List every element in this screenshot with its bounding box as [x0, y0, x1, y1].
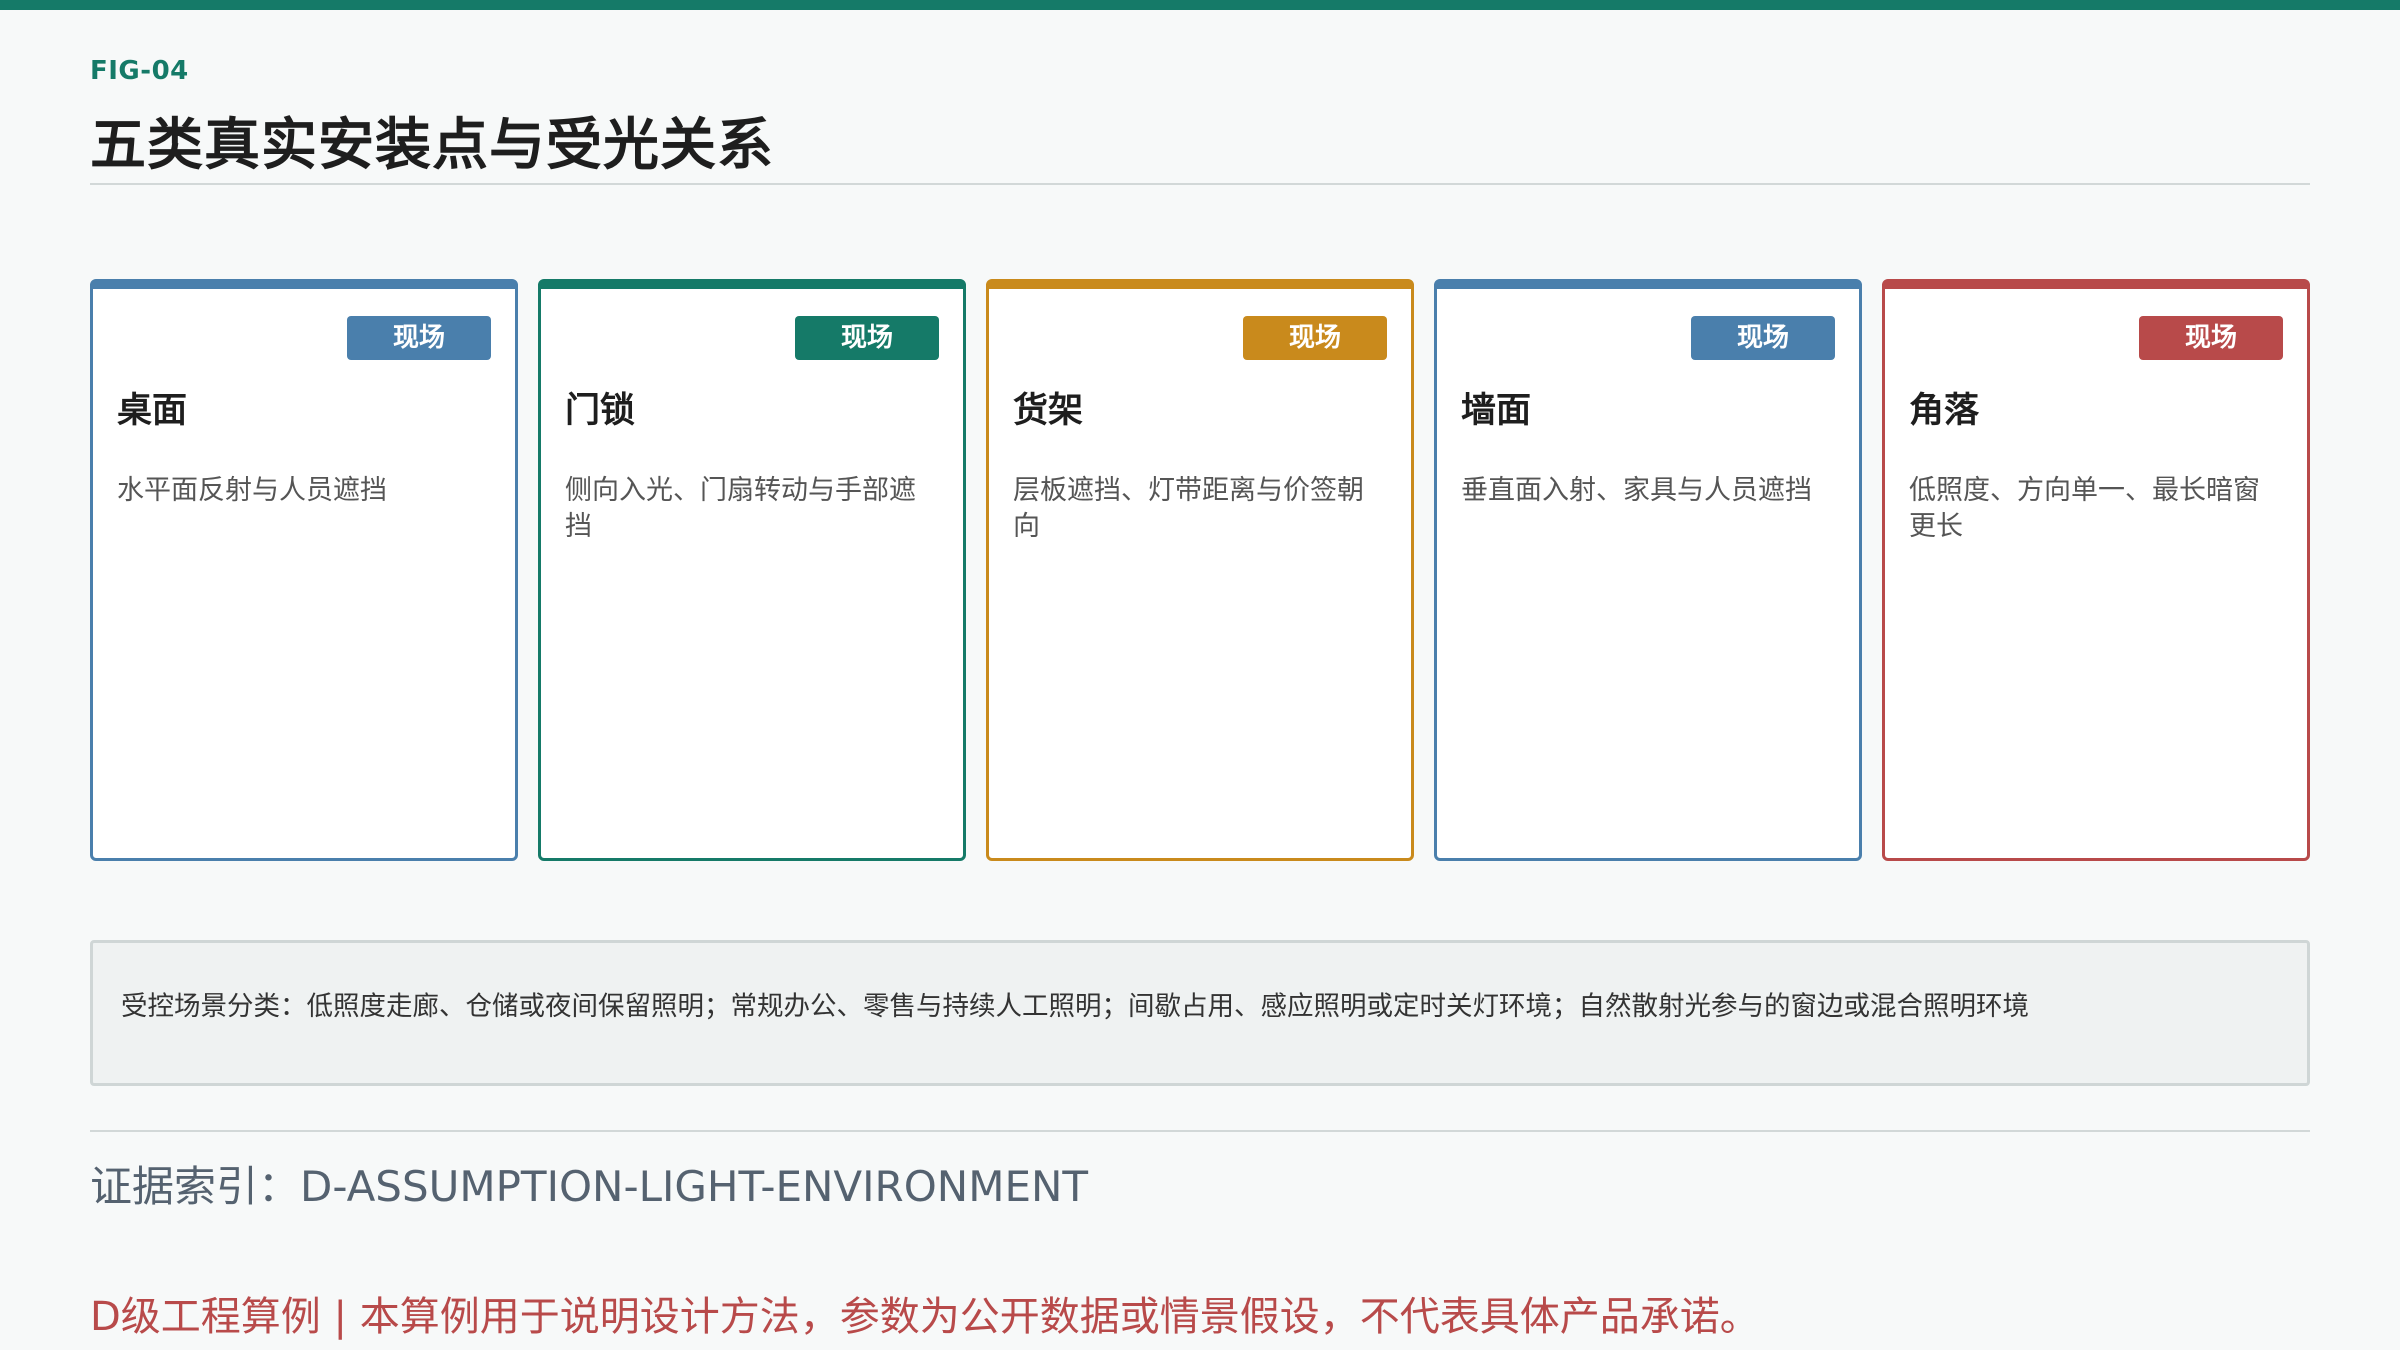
- page-title: 五类真实安装点与受光关系: [90, 113, 774, 178]
- card-description: 侧向入光、门扇转动与手部遮挡: [565, 475, 916, 542]
- title-divider: [90, 183, 2310, 185]
- scene-badge: 现场: [1691, 316, 1835, 360]
- card-title: 桌面: [117, 391, 188, 431]
- evidence-index: 证据索引：D-ASSUMPTION-LIGHT-ENVIRONMENT: [90, 1162, 1089, 1211]
- card-desktop: 现场 桌面 水平面反射与人员遮挡: [90, 279, 518, 861]
- card-description: 垂直面入射、家具与人员遮挡: [1461, 475, 1812, 506]
- disclaimer: D级工程算例 | 本算例用于说明设计方法，参数为公开数据或情景假设，不代表具体产…: [90, 1294, 1760, 1340]
- footer-divider: [90, 1130, 2310, 1132]
- top-accent-bar: [0, 0, 2400, 10]
- card-title: 门锁: [565, 391, 636, 431]
- card-title: 墙面: [1461, 391, 1532, 431]
- card-wall: 现场 墙面 垂直面入射、家具与人员遮挡: [1434, 279, 1862, 861]
- scene-badge: 现场: [1243, 316, 1387, 360]
- installation-point-cards: 现场 桌面 水平面反射与人员遮挡 现场 门锁 侧向入光、门扇转动与手部遮挡 现场…: [90, 279, 2310, 861]
- card-description: 层板遮挡、灯带距离与价签朝向: [1013, 475, 1364, 542]
- scene-badge: 现场: [347, 316, 491, 360]
- card-description: 水平面反射与人员遮挡: [117, 475, 387, 506]
- scene-badge: 现场: [795, 316, 939, 360]
- controlled-scene-note: 受控场景分类：低照度走廊、仓储或夜间保留照明；常规办公、零售与持续人工照明；间歇…: [90, 940, 2310, 1086]
- card-shelf: 现场 货架 层板遮挡、灯带距离与价签朝向: [986, 279, 1414, 861]
- figure-label: FIG-04: [90, 56, 189, 86]
- card-corner: 现场 角落 低照度、方向单一、最长暗窗更长: [1882, 279, 2310, 861]
- card-title: 角落: [1909, 391, 1980, 431]
- card-title: 货架: [1013, 391, 1084, 431]
- scene-badge: 现场: [2139, 316, 2283, 360]
- card-description: 低照度、方向单一、最长暗窗更长: [1909, 475, 2260, 542]
- note-text: 受控场景分类：低照度走廊、仓储或夜间保留照明；常规办公、零售与持续人工照明；间歇…: [121, 991, 2029, 1022]
- card-door-lock: 现场 门锁 侧向入光、门扇转动与手部遮挡: [538, 279, 966, 861]
